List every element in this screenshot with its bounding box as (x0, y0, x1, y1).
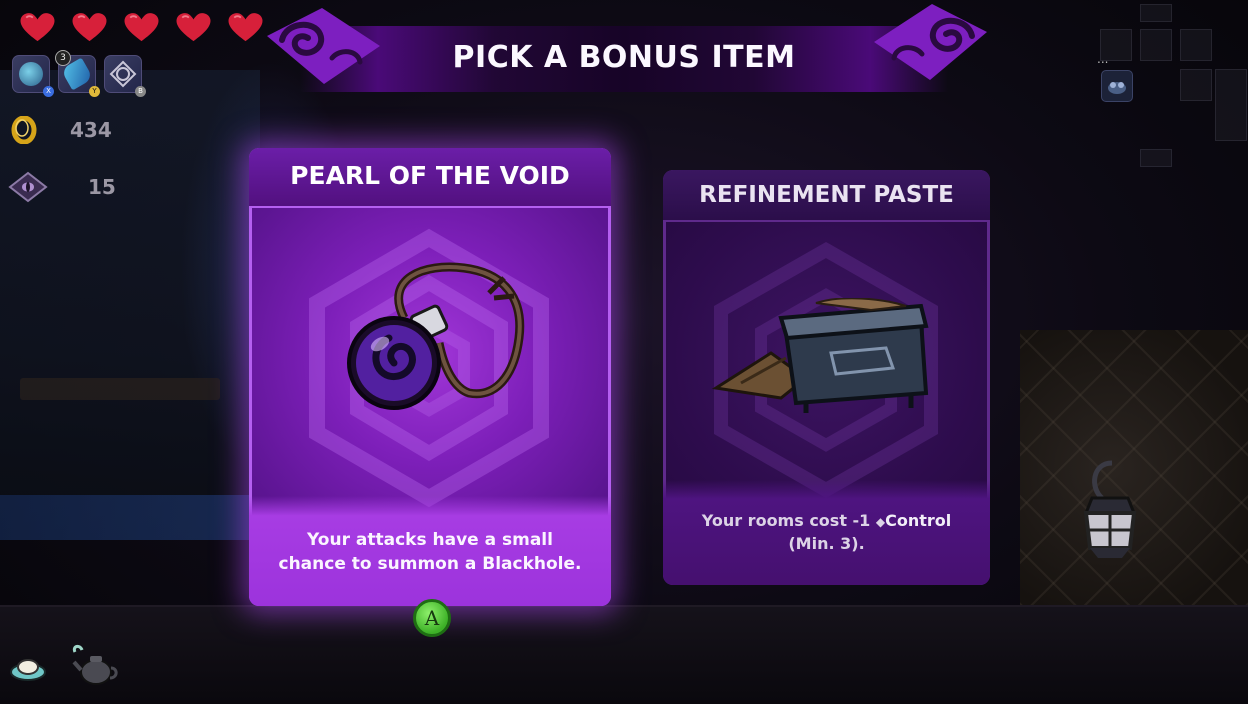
x-button-badge: X (43, 86, 54, 97)
card-description: Your rooms cost -1 ◆Control (Min. 3). (663, 510, 990, 555)
heart-icon (226, 12, 265, 42)
card-description-line: chance to summon a Blackhole. (278, 554, 582, 574)
banner-title: PICK A BONUS ITEM (452, 40, 796, 75)
wall-lantern-icon (1083, 460, 1137, 558)
crystal-eye-icon (8, 171, 48, 203)
card-description: Your attacks have a small chance to summ… (249, 528, 611, 576)
bonus-item-card-refinement-paste[interactable]: REFINEMENT PASTE Your rooms cost -1 ◆Con… (663, 170, 990, 585)
gold-ring-icon (11, 116, 37, 144)
heart-icon (70, 12, 109, 42)
gold-amount: 434 (70, 118, 112, 142)
minimap: ... (1095, 4, 1247, 169)
card-description-line: Your rooms cost -1 ◆Control (663, 510, 990, 533)
a-button-prompt[interactable]: A (413, 599, 451, 637)
card-description-line: (Min. 3). (788, 534, 865, 553)
paste-chest-icon (711, 298, 929, 413)
card-description-prefix: Your rooms cost -1 (701, 511, 871, 530)
b-button-badge: B (135, 86, 146, 97)
heart-icon (18, 12, 57, 42)
background-blue-strip (0, 495, 250, 540)
card-description-line: Your attacks have a small (307, 530, 553, 550)
health-hearts (18, 12, 265, 42)
background-floor (0, 605, 1248, 704)
teapot-icon[interactable] (72, 644, 120, 688)
heart-icon (174, 12, 213, 42)
card-description-keyword: Control (885, 511, 952, 530)
crystal-counter: 15 (8, 171, 116, 203)
void-pearl-icon (347, 262, 525, 410)
control-icon: ◆ (875, 515, 886, 529)
background-table (20, 378, 220, 400)
heart-icon (122, 12, 161, 42)
card-title: REFINEMENT PASTE (663, 170, 990, 222)
bonus-item-card-pearl-of-the-void[interactable]: PEARL OF THE VOID Your attacks have a sm… (249, 148, 611, 606)
gold-counter: 434 (10, 116, 112, 144)
y-button-badge: Y (89, 86, 100, 97)
card-title: PEARL OF THE VOID (249, 148, 611, 208)
crystal-amount: 15 (88, 175, 116, 199)
food-plate-icon[interactable] (8, 646, 48, 686)
